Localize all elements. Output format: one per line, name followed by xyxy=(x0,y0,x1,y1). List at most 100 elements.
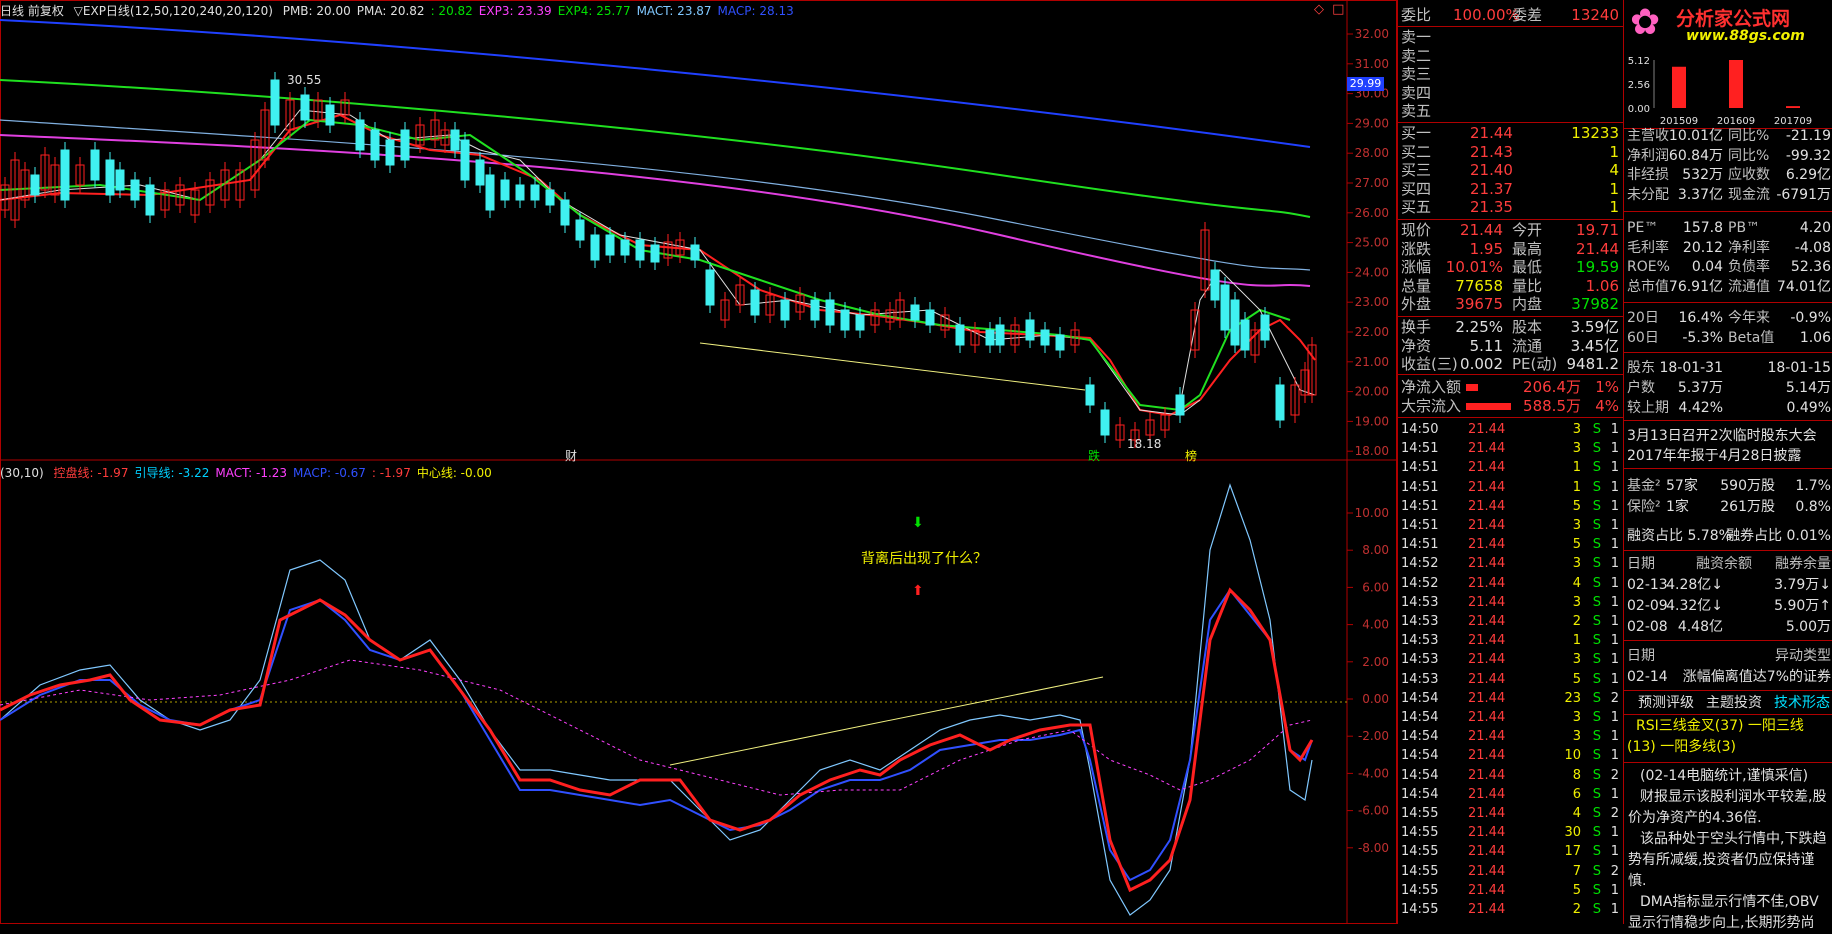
event-marker-drop[interactable]: 跌 xyxy=(1088,447,1100,464)
tab-forecast[interactable]: 预测评级 xyxy=(1638,692,1694,714)
quote-row[interactable]: 14:53 21.44 1 S 1 xyxy=(1398,631,1623,650)
fund-holder-count: 1家 xyxy=(1666,499,1689,515)
quote-row[interactable]: 换手 2.25% 股本 3.59亿 xyxy=(1398,318,1623,337)
notice-row[interactable]: 3月13日召开2次临时股东大会 xyxy=(1624,426,1832,446)
quote-row[interactable]: 14:52 21.44 3 S 1 xyxy=(1398,554,1623,573)
quote-row[interactable]: 14:51 21.44 5 S 1 xyxy=(1398,535,1623,554)
info-row[interactable]: 日期 异动类型 xyxy=(1624,646,1832,666)
tick-count: 1 xyxy=(1610,422,1619,437)
info-row[interactable]: 基金² 57家 590万股 1.7% xyxy=(1624,476,1832,496)
info-row[interactable]: 02-13 4.28亿↓ 3.79万↓ xyxy=(1624,575,1832,595)
info-row[interactable]: 股东 18-01-31 18-01-15 xyxy=(1624,358,1832,378)
info-row[interactable]: 保险² 1家 261万股 0.8% xyxy=(1624,497,1832,517)
quote-row[interactable]: 卖一 xyxy=(1398,28,1623,47)
quote-row[interactable]: 14:55 21.44 7 S 2 xyxy=(1398,862,1623,881)
quote-row[interactable]: 14:55 21.44 17 S 1 xyxy=(1398,842,1623,861)
tech-pattern-item[interactable]: (13) 一阳多线(3) xyxy=(1624,737,1832,758)
quote-row[interactable]: 14:50 21.44 3 S 1 xyxy=(1398,420,1623,439)
quote-row[interactable]: 14:54 21.44 3 S 1 xyxy=(1398,727,1623,746)
stat-value: 3.45亿 xyxy=(1570,336,1619,355)
quote-row[interactable]: 收益(三) 0.002 PE(动) 9481.2 xyxy=(1398,355,1623,374)
quote-row[interactable]: 14:55 21.44 30 S 1 xyxy=(1398,823,1623,842)
tick-count: 1 xyxy=(1610,786,1619,802)
quote-row[interactable]: 14:53 21.44 2 S 1 xyxy=(1398,612,1623,631)
quote-row[interactable]: 买一 21.44 13233 xyxy=(1398,124,1623,143)
quote-row[interactable]: 14:54 21.44 10 S 1 xyxy=(1398,746,1623,765)
stat-value: 21.44 xyxy=(1576,239,1619,258)
event-marker-finance[interactable]: 财 xyxy=(565,447,577,464)
quote-row[interactable]: 14:51 21.44 1 S 1 xyxy=(1398,458,1623,477)
quote-row[interactable]: 买五 21.35 1 xyxy=(1398,198,1623,217)
info-row[interactable]: 未分配 3.37亿 现金流 -6791万 xyxy=(1624,185,1832,205)
info-row[interactable]: 总市值 76.91亿 流通值 74.01亿 xyxy=(1624,277,1832,297)
fund-holder-shares: 261万股 xyxy=(1720,499,1775,515)
quote-row[interactable]: 买三 21.40 4 xyxy=(1398,161,1623,180)
info-row[interactable]: 20日 16.4% 今年来 -0.9% xyxy=(1624,308,1832,328)
info-row[interactable]: 02-14 涨幅偏离值达7%的证券 xyxy=(1624,667,1832,687)
quote-row[interactable]: 买四 21.37 1 xyxy=(1398,180,1623,199)
quote-row[interactable]: 卖五 xyxy=(1398,102,1623,121)
quote-row[interactable]: 14:55 21.44 5 S 1 xyxy=(1398,881,1623,900)
info-row[interactable]: 毛利率 20.12 净利率 -4.08 xyxy=(1624,238,1832,258)
quote-row[interactable]: 14:55 21.44 4 S 2 xyxy=(1398,804,1623,823)
tab-technical[interactable]: 技术形态 xyxy=(1774,692,1830,714)
mini-ytick: 5.12 xyxy=(1628,56,1650,67)
quote-row[interactable]: 现价 21.44 今开 19.71 xyxy=(1398,221,1623,240)
quote-row[interactable]: 净流入额 206.4万 1% xyxy=(1398,378,1623,397)
tech-pattern-item[interactable]: RSI三线金叉(37) 一阳三线 xyxy=(1624,716,1832,737)
chart-period-title[interactable]: 日线 前复权 xyxy=(0,4,64,18)
quote-row[interactable]: 总量 77658 量比 1.06 xyxy=(1398,277,1623,296)
quote-row[interactable]: 14:51 21.44 5 S 1 xyxy=(1398,497,1623,516)
quote-row[interactable]: 14:54 21.44 23 S 2 xyxy=(1398,689,1623,708)
tab-theme[interactable]: 主题投资 xyxy=(1706,692,1762,714)
quote-row[interactable]: 14:51 21.44 3 S 1 xyxy=(1398,439,1623,458)
quote-row[interactable]: 14:51 21.44 1 S 1 xyxy=(1398,478,1623,497)
price-axis-label: 31.00 xyxy=(1355,57,1389,71)
quote-row[interactable]: 14:54 21.44 3 S 1 xyxy=(1398,708,1623,727)
info-row[interactable]: ROE% 0.04 负债率 52.36 xyxy=(1624,257,1832,277)
info-row[interactable]: 融资占比 5.78% 融券占比 0.01% xyxy=(1624,526,1832,546)
info-row[interactable]: 日期 融资余额 融券余量 xyxy=(1624,554,1832,574)
price-axis-label: 26.00 xyxy=(1355,206,1389,220)
quote-row[interactable]: 大宗流入 588.5万 4% xyxy=(1398,397,1623,416)
flower-logo-icon: ✿ xyxy=(1630,2,1661,43)
info-row[interactable]: 非经损 532万 应收数 6.29亿 xyxy=(1624,165,1832,185)
quote-row[interactable]: 卖三 xyxy=(1398,65,1623,84)
info-row[interactable]: 净利润 60.84万 同比% -99.32 xyxy=(1624,146,1832,166)
info-row[interactable]: 02-09 4.32亿↓ 5.90万↑ xyxy=(1624,596,1832,616)
info-row[interactable]: 60日 -5.3% Beta值 1.06 xyxy=(1624,328,1832,348)
quote-row[interactable]: 14:53 21.44 3 S 1 xyxy=(1398,593,1623,612)
diamond-icon[interactable]: ◇ xyxy=(1314,2,1324,17)
quote-row[interactable]: 14:54 21.44 6 S 1 xyxy=(1398,785,1623,804)
notice-row[interactable]: 2017年年报于4月28日披露 xyxy=(1624,446,1832,466)
quote-row[interactable]: 14:53 21.44 5 S 1 xyxy=(1398,670,1623,689)
quote-row[interactable]: 外盘 39675 内盘 37982 xyxy=(1398,295,1623,314)
indicator-name[interactable]: ▽EXP日线(12,50,120,240,20,120) xyxy=(74,4,273,18)
event-marker-rank[interactable]: 榜 xyxy=(1185,447,1197,464)
quote-row[interactable]: 委比 100.00% 委差 13240 xyxy=(1398,6,1623,25)
site-logo[interactable]: ✿ 分析家公式网 www.88gs.com xyxy=(1624,0,1832,48)
info-row[interactable]: 主营收 10.01亿 同比% -21.19 xyxy=(1624,126,1832,146)
quote-row[interactable]: 14:52 21.44 4 S 1 xyxy=(1398,574,1623,593)
info-row[interactable]: PE™ 157.8 PB™ 4.20 xyxy=(1624,218,1832,238)
quote-row[interactable]: 14:54 21.44 8 S 2 xyxy=(1398,766,1623,785)
maximize-icon[interactable]: □ xyxy=(1332,2,1344,17)
info-row[interactable]: 户数 5.37万 5.14万 xyxy=(1624,378,1832,398)
quote-row[interactable]: 卖二 xyxy=(1398,47,1623,66)
bid-price: 21.40 xyxy=(1470,161,1513,180)
quote-row[interactable]: 涨跌 1.95 最高 21.44 xyxy=(1398,240,1623,259)
weibi-value: 100.00% xyxy=(1453,6,1520,24)
quote-row[interactable]: 卖四 xyxy=(1398,84,1623,103)
sub-params[interactable]: (30,10) xyxy=(0,466,44,480)
quote-row[interactable]: 14:53 21.44 3 S 1 xyxy=(1398,650,1623,669)
tick-price: 21.44 xyxy=(1468,575,1506,591)
quote-row[interactable]: 14:51 21.44 3 S 1 xyxy=(1398,516,1623,535)
quote-row[interactable]: 涨幅 10.01% 最低 19.59 xyxy=(1398,258,1623,277)
info-row[interactable]: 较上期 4.42% 0.49% xyxy=(1624,398,1832,418)
quote-row[interactable]: 14:55 21.44 2 S 1 xyxy=(1398,900,1623,919)
separator xyxy=(1398,26,1623,27)
info-row[interactable]: 02-08 4.48亿 5.00万 xyxy=(1624,617,1832,637)
quote-row[interactable]: 买二 21.43 1 xyxy=(1398,143,1623,162)
quote-row[interactable]: 净资 5.11 流通 3.45亿 xyxy=(1398,337,1623,356)
fund-holder-label: 保险² xyxy=(1627,499,1661,515)
